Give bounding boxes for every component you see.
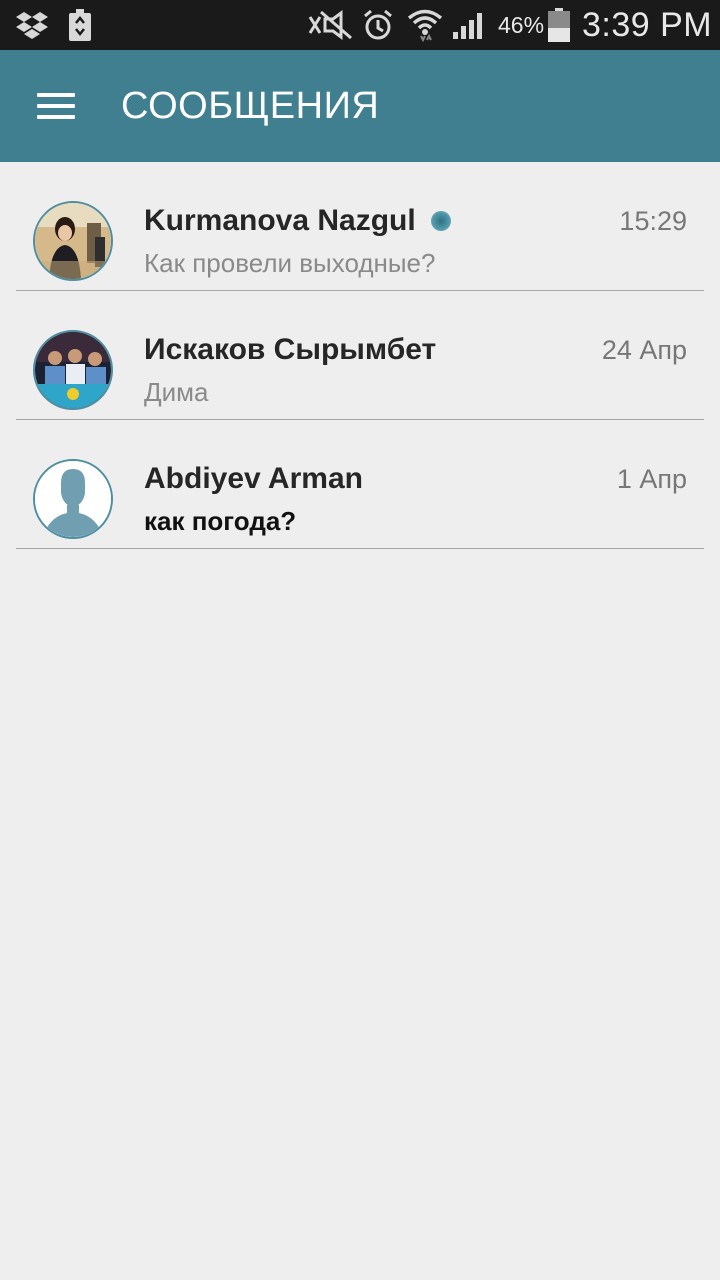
contact-name: Abdiyev Arman [144, 462, 363, 495]
conversation-item[interactable]: Kurmanova Nazgul 15:29 Как провели выход… [0, 162, 720, 291]
message-time: 1 Апр [616, 464, 687, 494]
app-bar: СООБЩЕНИЯ [0, 50, 720, 162]
mute-icon [306, 0, 354, 50]
recycle-battery-icon [66, 0, 94, 50]
battery-icon [546, 0, 572, 50]
conversation-item[interactable]: Искаков Сырымбет 24 Апр Дима [0, 291, 720, 420]
hamburger-menu-icon[interactable] [26, 78, 86, 134]
message-time: 15:29 [619, 206, 687, 236]
online-status-dot [431, 211, 451, 231]
message-time: 24 Апр [601, 335, 687, 365]
avatar [33, 330, 113, 410]
conversation-item[interactable]: Abdiyev Arman 1 Апр как погода? [0, 420, 720, 549]
message-preview: Дима [144, 377, 209, 407]
clock: 3:39 PM [582, 6, 713, 44]
alarm-icon [362, 0, 394, 50]
conversation-list: Kurmanova Nazgul 15:29 Как провели выход… [0, 162, 720, 549]
message-preview: Как провели выходные? [144, 248, 436, 278]
contact-name: Kurmanova Nazgul [144, 204, 416, 237]
battery-percent: 46% [498, 12, 545, 38]
contact-name: Искаков Сырымбет [144, 333, 437, 366]
wifi-icon [406, 0, 444, 50]
message-preview: как погода? [144, 506, 297, 536]
signal-icon [450, 0, 488, 50]
status-bar: 46% 3:39 PM [0, 0, 720, 50]
avatar [33, 201, 113, 281]
dropbox-icon [14, 0, 50, 50]
default-user-avatar-icon [33, 459, 113, 539]
page-title: СООБЩЕНИЯ [121, 85, 380, 127]
